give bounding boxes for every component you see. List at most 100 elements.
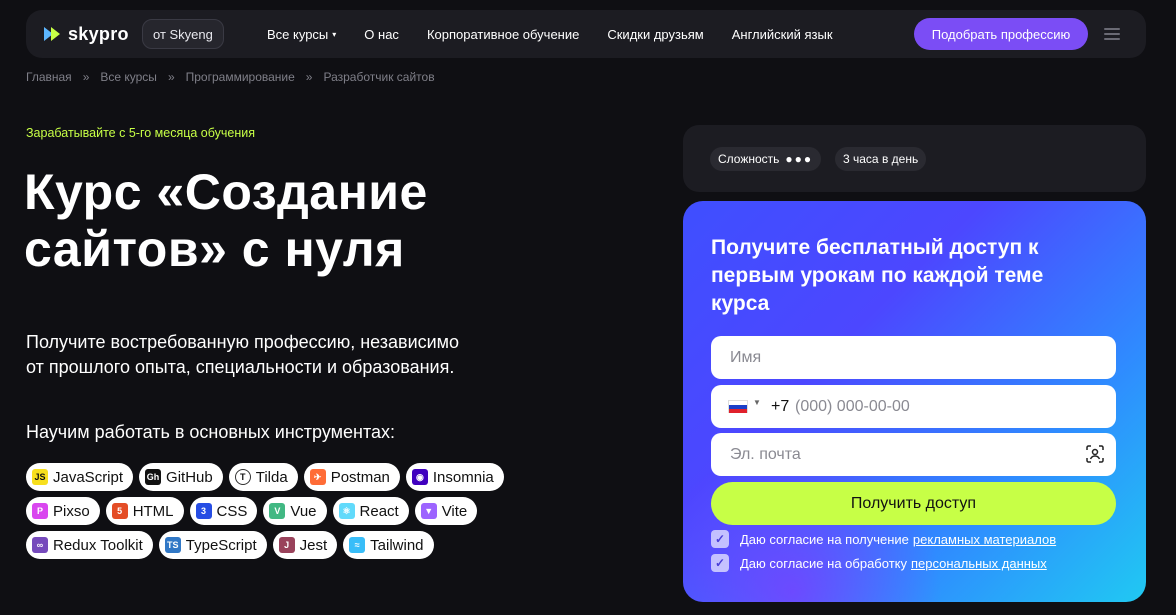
insomnia-icon: ◉ [411, 469, 428, 485]
get-access-button[interactable]: Получить доступ [711, 482, 1116, 525]
redux-icon: ∞ [32, 537, 48, 553]
page-title-line2: сайтов» с нуля [24, 221, 405, 277]
page-title: Курс «Создание сайтов» с нуля [24, 164, 544, 278]
logo-icon [44, 27, 62, 41]
difficulty-chip: Сложность ●●● [710, 147, 822, 171]
react-icon: ⚛ [338, 503, 355, 519]
github-icon: Gh [145, 469, 162, 485]
pixso-icon: P [32, 503, 48, 519]
tool-label: TypeScript [185, 536, 257, 554]
tools-row: ∞ Redux Toolkit TS TypeScript J Jest ≈ Tailwind [26, 531, 546, 559]
tool-pill-insomnia: ◉ Insomnia [405, 463, 504, 491]
tool-label: Vite [441, 502, 468, 520]
tool-label: HTML [132, 502, 174, 520]
hamburger-icon[interactable] [1104, 28, 1120, 40]
tool-pill-redux-toolkit: ∞ Redux Toolkit [26, 531, 153, 559]
consent-personal-checkbox[interactable]: ✓ [711, 554, 729, 572]
typescript-icon: TS [164, 537, 181, 553]
tool-pill-pixso: P Pixso [26, 497, 100, 525]
breadcrumb-separator: » [82, 70, 90, 84]
tool-label: React [359, 502, 399, 520]
consent-personal-text: Даю согласие на обработку [740, 555, 907, 571]
vue-icon: V [269, 503, 286, 519]
breadcrumb-separator: » [167, 70, 175, 84]
phone-country-code: +7 [771, 398, 790, 415]
autofill-scan-icon[interactable] [1086, 445, 1104, 463]
tool-pill-jest: J Jest [272, 531, 338, 559]
page-title-line1: Курс «Создание [24, 164, 428, 220]
phone-field: ▼ +7 [711, 385, 1116, 428]
postman-icon: ✈ [309, 469, 326, 485]
tailwind-icon: ≈ [349, 537, 366, 553]
tool-pill-postman: ✈ Postman [303, 463, 400, 491]
tool-pill-html: 5 HTML [105, 497, 184, 525]
tools-row: P Pixso 5 HTML 3 CSS V Vue ⚛ React ▼ Vite [26, 497, 546, 525]
breadcrumb-web-developer[interactable]: Разработчик сайтов [323, 70, 434, 84]
consent-ads: ✓ Даю согласие на получение рекламных ма… [711, 530, 1056, 548]
tool-pill-vue: V Vue [263, 497, 327, 525]
tool-label: Redux Toolkit [53, 536, 143, 554]
html-icon: 5 [111, 503, 128, 519]
breadcrumb-home[interactable]: Главная [26, 70, 72, 84]
email-input[interactable] [730, 433, 1070, 476]
email-field [711, 433, 1116, 476]
tool-label: Pixso [53, 502, 90, 520]
phone-input[interactable] [795, 385, 1095, 428]
javascript-icon: JS [32, 469, 48, 485]
breadcrumb-programming[interactable]: Программирование [186, 70, 295, 84]
tool-pill-typescript: TS TypeScript [158, 531, 267, 559]
logo-text: skypro [68, 23, 129, 44]
tool-label: CSS [216, 502, 248, 520]
course-info-card: Сложность ●●● 3 часа в день [683, 125, 1146, 192]
nav-discounts[interactable]: Скидки друзьям [607, 27, 703, 42]
nav-all-courses[interactable]: Все курсы ▾ [267, 27, 336, 42]
consent-ads-text: Даю согласие на получение [740, 531, 909, 547]
tools-heading: Научим работать в основных инструментах: [26, 422, 396, 442]
personal-data-link[interactable]: персональных данных [911, 556, 1047, 571]
ads-materials-link[interactable]: рекламных материалов [913, 532, 1056, 547]
free-access-form: Получите бесплатный доступ к первым урок… [683, 201, 1146, 602]
main-nav: Все курсы ▾ О нас Корпоративное обучение … [267, 10, 861, 58]
tool-label: JavaScript [53, 468, 124, 486]
tools-row: JS JavaScript Gh GitHub T Tilda ✈ Postman ◉ Insom… [26, 463, 546, 491]
nav-about[interactable]: О нас [364, 27, 399, 42]
form-title: Получите бесплатный доступ к первым урок… [711, 236, 1044, 315]
subtitle-line2: от прошлого опыта, специальности и образ… [26, 357, 455, 377]
difficulty-dots-icon: ●●● [785, 152, 814, 166]
tool-pill-css: 3 CSS [189, 497, 258, 525]
tool-label: Jest [299, 536, 328, 554]
schedule-chip: 3 часа в день [835, 147, 927, 171]
tool-pill-tailwind: ≈ Tailwind [343, 531, 434, 559]
tool-pill-github: Gh GitHub [139, 463, 223, 491]
subtitle-line1: Получите востребованную профессию, незав… [26, 332, 460, 352]
tool-pill-react: ⚛ React [332, 497, 409, 525]
tools-list: JS JavaScript Gh GitHub T Tilda ✈ Postman ◉ Insom… [26, 463, 546, 565]
css-icon: 3 [195, 503, 212, 519]
jest-icon: J [278, 537, 295, 553]
tool-label: Tilda [255, 468, 288, 486]
choose-profession-button[interactable]: Подобрать профессию [914, 18, 1088, 50]
consent-ads-checkbox[interactable]: ✓ [711, 530, 729, 548]
tool-label: Tailwind [370, 536, 424, 554]
breadcrumb-separator: » [305, 70, 313, 84]
russia-flag-icon[interactable] [728, 400, 748, 413]
earn-tagline: Зарабатывайте с 5-го месяца обучения [26, 126, 256, 140]
skyeng-badge[interactable]: от Skyeng [142, 19, 224, 49]
nav-all-courses-label: Все курсы [267, 26, 329, 42]
breadcrumb-all-courses[interactable]: Все курсы [100, 70, 157, 84]
consent-personal-data: ✓ Даю согласие на обработку персональных… [711, 554, 1047, 572]
name-input[interactable] [730, 336, 1070, 379]
tool-pill-vite: ▼ Vite [414, 497, 478, 525]
chevron-down-icon: ▾ [332, 29, 337, 39]
vite-icon: ▼ [420, 503, 437, 519]
tilda-icon: T [234, 469, 251, 485]
nav-corporate[interactable]: Корпоративное обучение [427, 27, 579, 42]
tool-label: Vue [290, 502, 317, 520]
tool-label: Insomnia [432, 468, 494, 486]
tool-label: Postman [330, 468, 390, 486]
skypro-logo[interactable]: skypro [44, 24, 129, 44]
nav-english[interactable]: Английский язык [732, 27, 833, 42]
site-header: skypro от Skyeng Все курсы ▾ О нас Корпор… [26, 10, 1146, 58]
name-field [711, 336, 1116, 379]
chevron-down-icon[interactable]: ▼ [753, 398, 761, 407]
